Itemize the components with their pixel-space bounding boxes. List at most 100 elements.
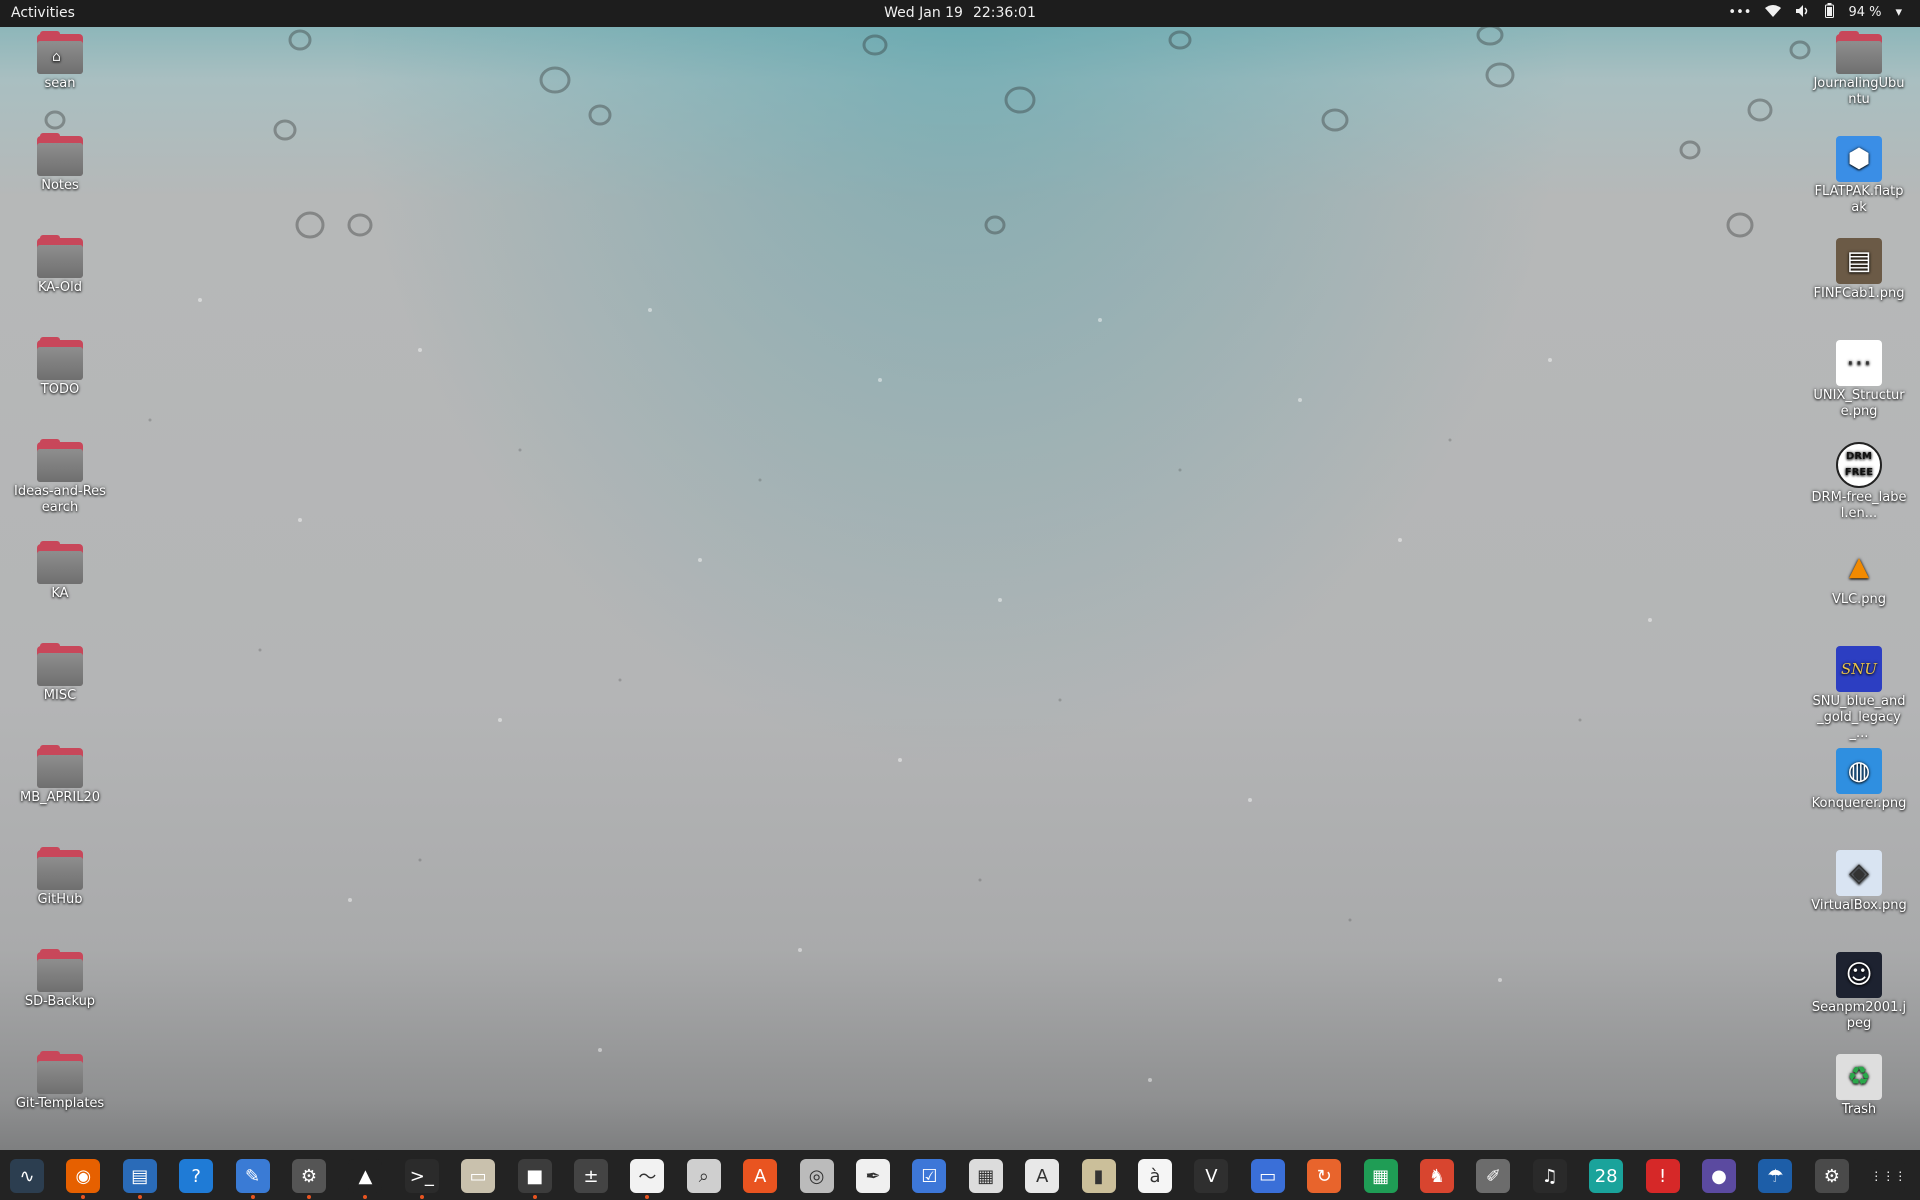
calculator-icon[interactable]: ± xyxy=(574,1159,608,1193)
image-viewer-icon[interactable]: ⌕ xyxy=(686,1159,721,1193)
software-center-icon[interactable]: A xyxy=(743,1159,778,1193)
vlc-image-icon: ▲ xyxy=(1849,552,1869,582)
system-monitor-icon[interactable]: ∿ xyxy=(10,1159,44,1193)
snu-text: SNU xyxy=(1840,660,1878,678)
music-icon[interactable]: ♫ xyxy=(1532,1159,1567,1193)
text-editor-icon[interactable]: ✎ xyxy=(235,1159,270,1199)
overflow-dots-icon[interactable]: ••• xyxy=(1728,5,1751,20)
running-indicator xyxy=(250,1195,255,1199)
calendar-icon[interactable]: 28 xyxy=(1589,1159,1624,1193)
desktop-icon-ka-old[interactable]: KA-Old xyxy=(12,235,108,296)
gnome-boxes-icon[interactable]: ■ xyxy=(517,1159,552,1199)
desktop-icon-sean[interactable]: ⌂ sean xyxy=(12,31,108,92)
obs-icon[interactable]: ● xyxy=(1702,1159,1736,1193)
desktop-icon-drm-free-label-en[interactable]: DRM FREE DRM-free_label.en... xyxy=(1811,442,1907,522)
system-tray[interactable]: ••• 94 % ▾ xyxy=(1728,3,1902,22)
photo-image-icon: ☺ xyxy=(1836,952,1882,998)
help-icon[interactable]: ? xyxy=(179,1159,214,1193)
weather-icon[interactable]: ☂ xyxy=(1758,1159,1793,1193)
desktop-icon-finfcab1-png[interactable]: ▤ FINFCab1.png xyxy=(1811,238,1907,302)
libreoffice-writer-glyph: ▤ xyxy=(131,1165,149,1187)
desktop-icon-snu-blue-and-gold-legacy[interactable]: SNU SNU_blue_and_gold_legacy_... xyxy=(1811,646,1907,742)
screenshot-icon[interactable]: ▦ xyxy=(968,1159,1003,1193)
desktop-icon-unix-structure-png[interactable]: ⋯ UNIX_Structure.png xyxy=(1811,340,1907,420)
updater-icon[interactable]: ⚙ xyxy=(1814,1159,1849,1193)
folder-icon xyxy=(37,337,83,380)
wifi-icon[interactable] xyxy=(1765,4,1782,21)
folder-icon xyxy=(37,745,83,788)
folder-icon xyxy=(37,949,83,992)
running-indicator xyxy=(81,1195,86,1199)
todo-icon[interactable]: ☑ xyxy=(912,1159,947,1193)
desktop-icon-konquerer-png[interactable]: ◍ Konquerer.png xyxy=(1811,748,1907,812)
clock-button[interactable]: Wed Jan 19 22:36:01 xyxy=(0,5,1920,21)
battery-icon[interactable] xyxy=(1825,3,1835,22)
desktop-icon-mb-april20[interactable]: MB_APRIL20 xyxy=(12,745,108,806)
vlc-icon[interactable]: ▲ xyxy=(348,1159,383,1199)
archive-manager-icon[interactable]: ▮ xyxy=(1081,1159,1116,1193)
desktop-icon-seanpm2001-jpeg[interactable]: ☺ Seanpm2001.jpeg xyxy=(1811,952,1907,1032)
desktop-icon-sd-backup[interactable]: SD-Backup xyxy=(12,949,108,1010)
weather-glyph: ☂ xyxy=(1767,1165,1784,1187)
desktop-icon-label: FLATPAK.flatpak xyxy=(1814,184,1904,215)
system-menu-chevron-icon[interactable]: ▾ xyxy=(1895,5,1902,20)
settings-glyph: ⚙ xyxy=(300,1165,318,1187)
timeshift-glyph: ↻ xyxy=(1316,1165,1332,1187)
virtualbox-image-icon: ◈ xyxy=(1836,850,1882,896)
desktop-icon-label: Notes xyxy=(41,178,79,193)
terminal-icon[interactable]: >_ xyxy=(404,1159,439,1199)
gimp-glyph: ✐ xyxy=(1485,1165,1501,1187)
running-indicator xyxy=(307,1195,311,1199)
archive-manager-glyph: ▮ xyxy=(1093,1165,1104,1187)
desktop-icon-trash[interactable]: ♻ Trash xyxy=(1811,1054,1907,1118)
error-reporter-icon[interactable]: ! xyxy=(1645,1159,1680,1193)
running-indicator xyxy=(645,1195,650,1199)
libreoffice-writer-icon[interactable]: ▤ xyxy=(122,1159,157,1199)
desktop-icon-label: SNU_blue_and_gold_legacy_... xyxy=(1812,694,1906,741)
desktop-icon-ideas-and-research[interactable]: Ideas-and-Research xyxy=(12,439,108,516)
desktop-icon-github[interactable]: GitHub xyxy=(12,847,108,908)
character-map-icon[interactable]: à xyxy=(1138,1159,1172,1193)
folder-icon xyxy=(1836,31,1882,74)
calculator-glyph: ± xyxy=(583,1165,599,1187)
wallpaper-raindrops xyxy=(44,24,1811,1082)
gimp-icon[interactable]: ✐ xyxy=(1476,1159,1511,1193)
drm-free-text: DRM FREE xyxy=(1844,451,1874,478)
game-icon[interactable]: ♞ xyxy=(1420,1159,1454,1193)
settings-icon[interactable]: ⚙ xyxy=(292,1159,326,1199)
folder-icon xyxy=(37,847,83,890)
desktop-icon-notes[interactable]: Notes xyxy=(12,133,108,194)
desktop-icon-misc[interactable]: MISC xyxy=(12,643,108,704)
screenshot-glyph: ▦ xyxy=(977,1165,995,1187)
inkscape-icon[interactable]: ✒ xyxy=(856,1159,890,1193)
desktop-icon-todo[interactable]: TODO xyxy=(12,337,108,398)
files-icon[interactable]: ▭ xyxy=(461,1159,496,1193)
desktop-icon-label: Trash xyxy=(1841,1102,1877,1117)
show-apps-icon[interactable]: ⋮⋮⋮ xyxy=(1870,1159,1906,1193)
desktop-icon-vlc-png[interactable]: ▲ VLC.png xyxy=(1811,544,1907,608)
timeshift-icon[interactable]: ↻ xyxy=(1307,1159,1342,1193)
desktop-icon-git-templates[interactable]: Git-Templates xyxy=(12,1051,108,1112)
disk-utility-icon[interactable]: ◎ xyxy=(799,1159,834,1193)
volume-icon[interactable] xyxy=(1795,4,1811,22)
desktop-icon-label: Seanpm2001.jpeg xyxy=(1811,1000,1907,1031)
desktop-icon-ka[interactable]: KA xyxy=(12,541,108,602)
desktop-icon-virtualbox-png[interactable]: ◈ VirtualBox.png xyxy=(1811,850,1907,914)
desktop-icon-flatpak-flatpak[interactable]: ⬢ FLATPAK.flatpak xyxy=(1811,136,1907,216)
desktop-icon-journalingubuntu[interactable]: JournalingUbuntu xyxy=(1811,31,1907,108)
konqueror-image-icon: ◍ xyxy=(1836,748,1882,794)
spreadsheet-icon[interactable]: ▦ xyxy=(1363,1159,1398,1193)
desktop-icon-label: UNIX_Structure.png xyxy=(1813,388,1905,419)
desktop-icon-label: DRM-free_label.en... xyxy=(1811,490,1907,521)
desktop-icon-label: VirtualBox.png xyxy=(1811,898,1907,913)
gnuplot-glyph: 〜 xyxy=(638,1167,657,1188)
desktop-icon-label: SD-Backup xyxy=(24,994,96,1009)
firefox-icon[interactable]: ◉ xyxy=(66,1159,101,1199)
desktop-icon-label: TODO xyxy=(40,382,80,397)
vim-glyph: V xyxy=(1205,1165,1218,1187)
vim-icon[interactable]: V xyxy=(1194,1159,1229,1193)
document-viewer-icon[interactable]: A xyxy=(1025,1159,1060,1193)
gnuplot-icon[interactable]: 〜 xyxy=(630,1159,665,1199)
desktop-icon-label: KA xyxy=(51,586,69,601)
remote-desktop-icon[interactable]: ▭ xyxy=(1250,1159,1285,1193)
